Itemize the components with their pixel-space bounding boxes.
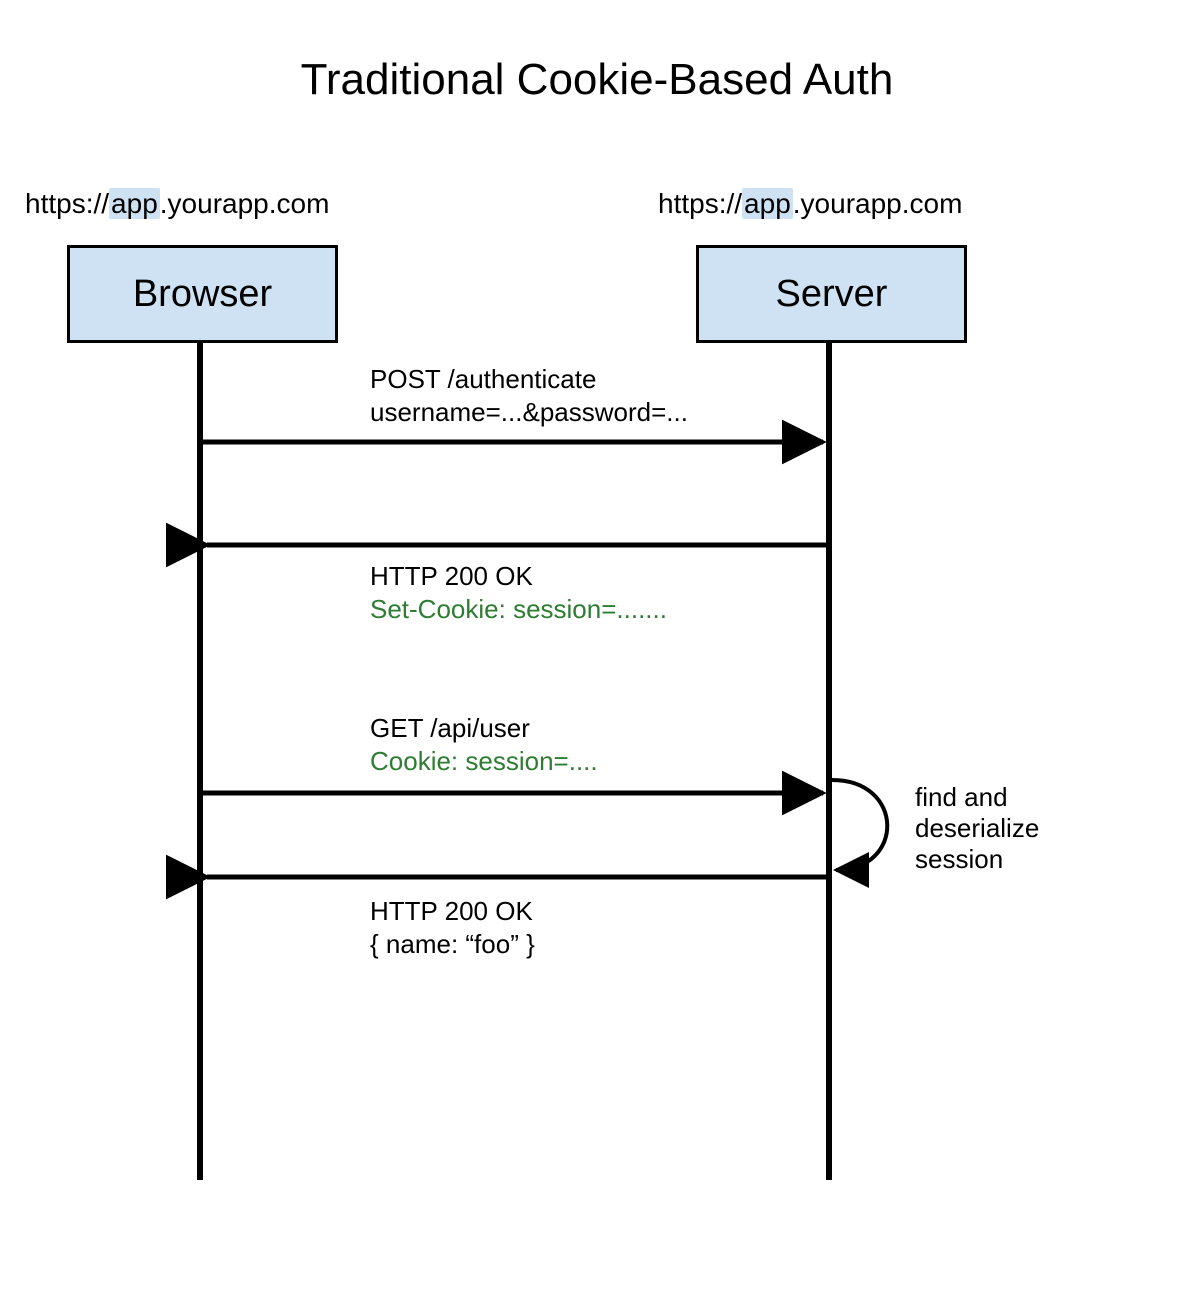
- actor-browser-label: Browser: [133, 273, 272, 316]
- msg-get-api-user: GET /api/user Cookie: session=....: [370, 712, 598, 777]
- lifeline-server: [826, 340, 832, 1180]
- server-url: https://app.yourapp.com: [658, 188, 962, 220]
- browser-url: https://app.yourapp.com: [25, 188, 329, 220]
- actor-browser: Browser: [67, 245, 338, 343]
- msg-user-response: HTTP 200 OK { name: “foo” }: [370, 895, 535, 960]
- lifeline-browser: [197, 340, 203, 1180]
- diagram-title: Traditional Cookie-Based Auth: [0, 55, 1194, 105]
- self-call-note: find and deserialize session: [915, 782, 1039, 876]
- msg-post-authenticate: POST /authenticate username=...&password…: [370, 363, 688, 428]
- actor-server: Server: [696, 245, 967, 343]
- self-call-loop: [832, 780, 887, 870]
- sequence-diagram: Traditional Cookie-Based Auth https://ap…: [0, 0, 1194, 1306]
- msg-set-cookie: HTTP 200 OK Set-Cookie: session=.......: [370, 560, 667, 625]
- actor-server-label: Server: [776, 273, 888, 316]
